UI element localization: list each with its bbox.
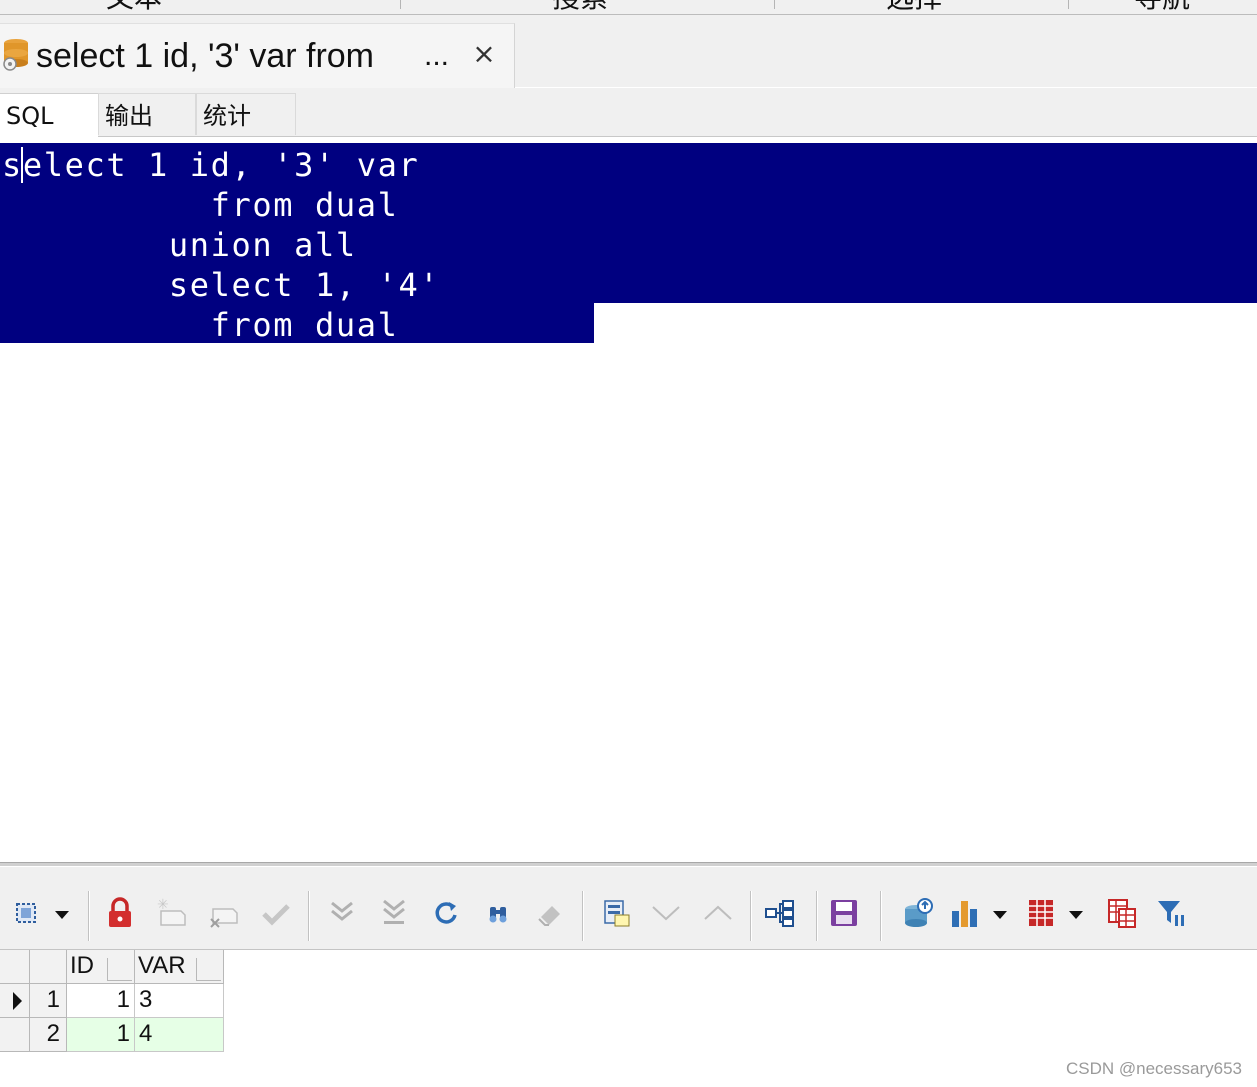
- code-line: union all: [0, 223, 1257, 264]
- close-icon[interactable]: ×: [470, 38, 498, 70]
- document-tab-ellipsis: ...: [424, 39, 450, 72]
- code-line-text: from dual: [2, 186, 399, 224]
- table-grid-icon[interactable]: [1027, 897, 1057, 929]
- toolbar-separator: [582, 891, 584, 941]
- toolbar-separator: [750, 891, 752, 941]
- chevron-down-icon[interactable]: [1069, 911, 1083, 919]
- fetch-last-icon: [379, 897, 409, 929]
- post-icon: [261, 897, 291, 929]
- toolbar-separator: [308, 891, 310, 941]
- sql-window-icon: [2, 38, 30, 72]
- sub-tab-bar: SQL 输出 统计: [0, 88, 1257, 137]
- code-line: from dual: [0, 303, 594, 344]
- previous-record-icon: [703, 897, 733, 929]
- menu-separator: [774, 0, 775, 9]
- code-line-text: select 1, '4': [2, 266, 441, 304]
- find-icon[interactable]: [483, 897, 513, 929]
- column-header-label: ID: [70, 952, 94, 979]
- toolbar-separator: [88, 891, 90, 941]
- menu-item-search[interactable]: 搜索: [552, 0, 608, 13]
- row-indicator[interactable]: [0, 1018, 30, 1052]
- text-caret: [21, 147, 23, 183]
- chevron-down-icon[interactable]: [55, 911, 69, 919]
- export-db-icon[interactable]: [903, 897, 933, 929]
- column-header-var[interactable]: VAR: [135, 950, 224, 984]
- delete-record-icon: [209, 897, 239, 929]
- cell-id[interactable]: 1: [67, 984, 135, 1018]
- row-indicator[interactable]: [0, 984, 30, 1018]
- menu-item-text[interactable]: 文本: [106, 0, 162, 13]
- clear-icon: [535, 897, 565, 929]
- code-line: from dual: [0, 183, 1257, 224]
- fetch-next-icon: [327, 897, 357, 929]
- code-line: select 1, '4': [0, 263, 1257, 304]
- toolbar-separator: [880, 891, 882, 941]
- cell-var[interactable]: 3: [135, 984, 224, 1018]
- next-record-icon: [651, 897, 681, 929]
- query-tree-icon[interactable]: [765, 897, 795, 929]
- single-record-view-icon[interactable]: [601, 897, 631, 929]
- chevron-down-icon[interactable]: [993, 911, 1007, 919]
- row-number[interactable]: 1: [30, 984, 67, 1018]
- table-export-icon[interactable]: [1107, 897, 1137, 929]
- chart-icon[interactable]: [950, 897, 980, 929]
- menu-bar: 文本 搜索 选择 导航: [0, 0, 1257, 15]
- code-line-text: union all: [2, 226, 357, 264]
- cell-var[interactable]: 4: [135, 1018, 224, 1052]
- save-icon[interactable]: [829, 897, 859, 929]
- filter-icon[interactable]: [1157, 897, 1187, 929]
- insert-record-icon: ✳: [157, 897, 187, 929]
- code-line-text: from dual: [2, 306, 399, 344]
- select-mode-icon[interactable]: [12, 897, 42, 929]
- menu-separator: [400, 0, 401, 9]
- tab-output[interactable]: 输出: [98, 93, 196, 135]
- sort-indicator[interactable]: [107, 958, 132, 981]
- tab-sql[interactable]: SQL: [0, 93, 98, 137]
- document-tab-title: select 1 id, '3' var from: [36, 37, 374, 75]
- menu-item-navigate[interactable]: 导航: [1134, 0, 1190, 13]
- code-line-text: select 1 id, '3' var: [2, 146, 420, 184]
- refresh-icon[interactable]: [431, 897, 461, 929]
- tab-statistics[interactable]: 统计: [196, 93, 296, 135]
- row-number[interactable]: 2: [30, 1018, 67, 1052]
- grid-rownum-header: [30, 950, 67, 984]
- lock-icon[interactable]: [105, 897, 135, 929]
- code-line: select 1 id, '3' var: [0, 143, 1257, 184]
- menu-separator: [1068, 0, 1069, 9]
- column-header-id[interactable]: ID: [67, 950, 135, 984]
- result-toolbar: ✳: [0, 866, 1257, 950]
- sort-indicator[interactable]: [196, 958, 221, 981]
- column-header-label: VAR: [138, 952, 186, 979]
- sql-editor[interactable]: select 1 id, '3' var from dual union all…: [0, 137, 1257, 862]
- toolbar-separator: [816, 891, 818, 941]
- document-tab-strip: select 1 id, '3' var from ... ×: [0, 15, 1257, 88]
- cell-id[interactable]: 1: [67, 1018, 135, 1052]
- watermark: CSDN @necessary653: [1066, 1059, 1242, 1078]
- document-tab[interactable]: select 1 id, '3' var from ... ×: [0, 23, 515, 88]
- current-row-arrow-icon: [13, 992, 22, 1010]
- grid-corner: [0, 950, 30, 984]
- menu-item-select[interactable]: 选择: [886, 0, 942, 13]
